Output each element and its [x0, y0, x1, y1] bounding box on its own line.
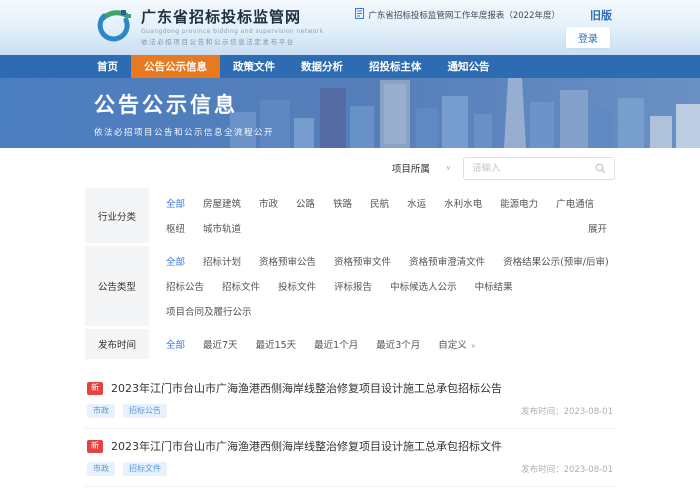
- site-subtitle-en: Guangdong province bidding and supervisi…: [141, 28, 324, 35]
- item-meta: 市政招标公告 发布时间：2023-08-01: [87, 404, 613, 418]
- filter-option[interactable]: 房屋建筑: [203, 196, 241, 210]
- announcement-list: 新 2023年江门市台山市广海渔港西侧海岸线整治修复项目设计施工总承包招标公告市政…: [85, 371, 615, 488]
- banner-text: 公告公示信息 依法必招项目公告和公示信息全流程公开: [94, 89, 274, 138]
- annual-report-link[interactable]: 广东省招标投标监管网工作年度报表（2022年度）: [355, 8, 560, 22]
- page-subtitle: 依法必招项目公告和公示信息全流程公开: [94, 126, 274, 138]
- publish-date-value: 2023-08-01: [564, 465, 613, 475]
- filter-option[interactable]: 全部: [166, 254, 185, 268]
- page-banner: 公告公示信息 依法必招项目公告和公示信息全流程公开: [0, 78, 700, 148]
- filter-option[interactable]: 水利水电: [444, 196, 482, 210]
- site-title: 广东省招标投标监管网: [141, 9, 324, 26]
- filter-row: 公告类型 全部 招标计划 资格预审公告 资格预审文件 资格预审澄清文件 资格结果公示(预审/…: [85, 246, 615, 326]
- filter-option[interactable]: 资格预审公告: [259, 254, 316, 268]
- search-input[interactable]: [472, 163, 595, 174]
- publish-date: 发布时间：2023-08-01: [521, 463, 613, 475]
- filter-option[interactable]: 最近3个月: [376, 337, 420, 351]
- filter-option[interactable]: 中标候选人公示: [390, 279, 457, 293]
- filter-option[interactable]: 水运: [407, 196, 426, 210]
- filter-option[interactable]: 城市轨道: [203, 221, 241, 235]
- filter-option[interactable]: 最近15天: [256, 337, 297, 351]
- filter-option[interactable]: 招标公告: [166, 279, 204, 293]
- filter-options: 全部 房屋建筑 市政 公路 铁路 民航 水运 水利水电 能源电力 广电通信枢纽 城市轨道 展开: [149, 188, 615, 243]
- nav-item[interactable]: 首页: [84, 55, 131, 78]
- filter-option[interactable]: 投标文件: [278, 279, 316, 293]
- site-tagline: 依法必招项目公告和公示信息法定发布平台: [141, 36, 324, 46]
- annual-report-label: 广东省招标投标监管网工作年度报表（2022年度）: [368, 9, 560, 21]
- logo-text: 广东省招标投标监管网 Guangdong province bidding an…: [141, 9, 324, 45]
- item-meta: 市政招标文件 发布时间：2023-08-01: [87, 462, 613, 476]
- filter-option[interactable]: 公路: [296, 196, 315, 210]
- publish-date-prefix: 发布时间：: [521, 465, 564, 475]
- publish-date: 发布时间：2023-08-01: [521, 405, 613, 417]
- filter-row: 发布时间 全部 最近7天 最近15天 最近1个月 最近3个月 自定义∨: [85, 329, 615, 359]
- project-owner-dropdown[interactable]: 项目所属 ∨: [392, 161, 451, 175]
- filter-option[interactable]: 铁路: [333, 196, 352, 210]
- filter-option[interactable]: 民航: [370, 196, 389, 210]
- header-links-row: 广东省招标投标监管网工作年度报表（2022年度） 旧版: [355, 7, 612, 23]
- nav-item[interactable]: 招投标主体: [356, 55, 435, 78]
- filter-row: 行业分类 全部 房屋建筑 市政 公路 铁路 民航 水运 水利水电 能源电力 广电通信枢纽 城市轨道 展开: [85, 188, 615, 243]
- list-item: 新 2023年江门市台山市广海渔港西侧海岸线整治修复项目设计施工总承包招标文件市政…: [85, 429, 615, 487]
- filter-rows: 行业分类全部房屋建筑市政公路铁路民航水运水利水电能源电力广电通信枢纽城市轨道展开…: [85, 188, 615, 359]
- city-skyline-graphic: [230, 78, 700, 148]
- search-row: 项目所属 ∨: [85, 155, 615, 181]
- chevron-down-icon: ∨: [471, 343, 476, 349]
- filter-option[interactable]: 能源电力: [500, 196, 538, 210]
- nav-item-active[interactable]: 公告公示信息: [131, 55, 220, 78]
- logo-swirl-icon: [93, 6, 133, 50]
- filter-option[interactable]: 评标报告: [334, 279, 372, 293]
- announcement-title[interactable]: 2023年江门市台山市广海渔港西侧海岸线整治修复项目设计施工总承包招标文件: [111, 438, 502, 454]
- filter-option[interactable]: 广电通信: [556, 196, 594, 210]
- page: 广东省招标投标监管网 Guangdong province bidding an…: [0, 0, 700, 488]
- publish-date-value: 2023-08-01: [564, 407, 613, 417]
- filter-option[interactable]: 招标文件: [222, 279, 260, 293]
- filter-option[interactable]: 展开: [588, 221, 607, 235]
- filter-row-label: 公告类型: [85, 246, 149, 326]
- login-button[interactable]: 登录: [566, 27, 610, 48]
- search-icon[interactable]: [595, 159, 606, 178]
- page-title: 公告公示信息: [94, 89, 274, 119]
- header-right: 广东省招标投标监管网工作年度报表（2022年度） 旧版 登录: [355, 7, 612, 48]
- new-badge: 新: [87, 440, 103, 453]
- filter-option[interactable]: 全部: [166, 196, 185, 210]
- filter-option[interactable]: 资格预审文件: [334, 254, 391, 268]
- category-tag: 招标公告: [123, 404, 167, 418]
- item-title-row: 新 2023年江门市台山市广海渔港西侧海岸线整治修复项目设计施工总承包招标文件: [87, 438, 613, 454]
- nav-item[interactable]: 数据分析: [288, 55, 356, 78]
- filter-options: 全部 招标计划 资格预审公告 资格预审文件 资格预审澄清文件 资格结果公示(预审/后审) 招…: [149, 246, 615, 326]
- document-icon: [355, 8, 364, 22]
- filter-option[interactable]: 资格预审澄清文件: [409, 254, 485, 268]
- filter-option[interactable]: 市政: [259, 196, 278, 210]
- item-title-row: 新 2023年江门市台山市广海渔港西侧海岸线整治修复项目设计施工总承包招标公告: [87, 380, 613, 396]
- category-tag: 市政: [87, 404, 115, 418]
- filter-option[interactable]: 枢纽: [166, 221, 185, 235]
- search-box: [463, 157, 615, 180]
- old-version-link[interactable]: 旧版: [590, 7, 612, 23]
- project-owner-label: 项目所属: [392, 161, 430, 175]
- filter-options: 全部 最近7天 最近15天 最近1个月 最近3个月 自定义∨: [149, 329, 615, 359]
- filter-option[interactable]: 中标结果: [475, 279, 513, 293]
- new-badge: 新: [87, 382, 103, 395]
- nav-item[interactable]: 通知公告: [435, 55, 503, 78]
- filter-option[interactable]: 自定义∨: [438, 337, 476, 351]
- filter-option[interactable]: 最近1个月: [314, 337, 358, 351]
- category-tag: 招标文件: [123, 462, 167, 476]
- publish-date-prefix: 发布时间：: [521, 407, 564, 417]
- filter-option[interactable]: 招标计划: [203, 254, 241, 268]
- site-header: 广东省招标投标监管网 Guangdong province bidding an…: [0, 0, 700, 55]
- announcement-title[interactable]: 2023年江门市台山市广海渔港西侧海岸线整治修复项目设计施工总承包招标公告: [111, 380, 502, 396]
- filter-option[interactable]: 资格结果公示(预审/后审): [503, 254, 609, 268]
- site-logo: 广东省招标投标监管网 Guangdong province bidding an…: [93, 6, 324, 50]
- main-nav: 首页公告公示信息政策文件数据分析招投标主体通知公告: [0, 55, 700, 78]
- nav-item[interactable]: 政策文件: [220, 55, 288, 78]
- content: 项目所属 ∨ 行业分类全部房屋建筑市政公路铁路民航水运水利水电能源电力广电通信枢…: [85, 148, 615, 488]
- filter-row-label: 行业分类: [85, 188, 149, 243]
- filter-row-label: 发布时间: [85, 329, 149, 359]
- list-item: 新 2023年江门市台山市广海渔港西侧海岸线整治修复项目设计施工总承包招标公告市政…: [85, 371, 615, 429]
- chevron-down-icon: ∨: [446, 165, 451, 171]
- category-tag: 市政: [87, 462, 115, 476]
- filter-option[interactable]: 全部: [166, 337, 185, 351]
- filter-option[interactable]: 最近7天: [203, 337, 238, 351]
- filter-option[interactable]: 项目合同及履行公示: [166, 304, 252, 318]
